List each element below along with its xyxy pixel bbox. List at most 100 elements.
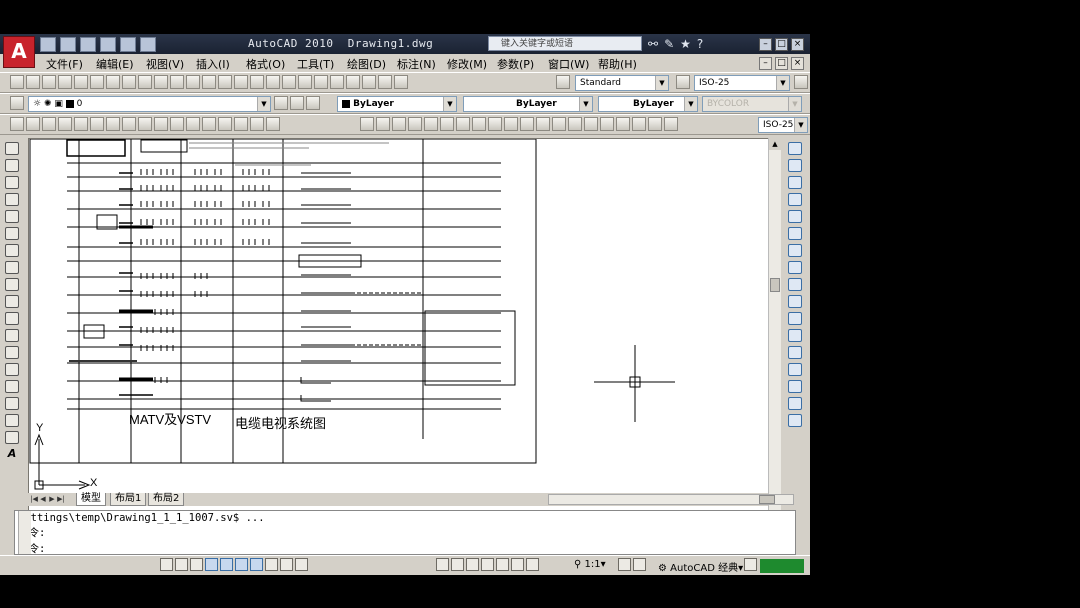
next-tab-icon[interactable]: ▶ [48, 494, 56, 504]
array-icon[interactable] [788, 210, 802, 223]
dim-break-icon[interactable] [552, 117, 566, 131]
polyline-icon[interactable] [5, 176, 19, 189]
markup-icon[interactable] [362, 75, 376, 89]
tolerance-icon[interactable] [568, 117, 582, 131]
zoom-previous-icon[interactable] [282, 75, 296, 89]
dim-radius-icon[interactable] [424, 117, 438, 131]
erase-icon[interactable] [788, 142, 802, 155]
menu-parameter[interactable]: 参数(P) [497, 56, 534, 72]
circle-icon[interactable] [5, 244, 19, 257]
menu-window[interactable]: 窗口(W) [548, 56, 589, 72]
command-scrollbar[interactable] [18, 511, 31, 554]
snap-midpoint-icon[interactable] [58, 117, 72, 131]
plot-icon[interactable] [140, 37, 156, 52]
vertical-scrollbar[interactable]: ▲ ▼ [768, 138, 781, 527]
copy-icon[interactable] [138, 75, 152, 89]
quick-properties-icon[interactable] [295, 558, 308, 571]
make-current-icon[interactable] [274, 96, 288, 110]
lineweight-display-icon[interactable] [280, 558, 293, 571]
table-icon[interactable] [5, 431, 19, 444]
dim-space-icon[interactable] [536, 117, 550, 131]
save-file-icon[interactable] [42, 75, 56, 89]
chamfer-icon[interactable] [788, 380, 802, 393]
quick-view-drawings-icon[interactable] [466, 558, 479, 571]
menu-view[interactable]: 视图(V) [146, 56, 184, 72]
subscription-icon[interactable]: ✎ [664, 37, 674, 51]
construction-line-icon[interactable] [5, 159, 19, 172]
osnap-settings-icon[interactable] [266, 117, 280, 131]
doc-restore-icon[interactable]: □ [775, 57, 788, 70]
cut-icon[interactable] [122, 75, 136, 89]
block-editor-icon[interactable] [186, 75, 200, 89]
open-file-icon[interactable] [26, 75, 40, 89]
move-icon[interactable] [788, 227, 802, 240]
last-tab-icon[interactable]: ▶| [57, 494, 65, 504]
menu-draw[interactable]: 绘图(D) [347, 56, 386, 72]
doc-close-icon[interactable]: × [791, 57, 804, 70]
insert-block-icon[interactable] [5, 329, 19, 342]
text-style-icon[interactable] [556, 75, 570, 89]
dim-ordinate-icon[interactable] [408, 117, 422, 131]
dim-text-edit-icon[interactable] [648, 117, 662, 131]
gradient-icon[interactable] [5, 397, 19, 410]
zoom-realtime-icon[interactable] [250, 75, 264, 89]
scroll-up-icon[interactable]: ▲ [769, 138, 781, 150]
text-style-select[interactable]: Standard [575, 75, 669, 91]
tool-palettes-icon[interactable] [330, 75, 344, 89]
horizontal-scrollbar[interactable] [548, 494, 794, 505]
snap-mode-icon[interactable] [160, 558, 173, 571]
quick-dim-icon[interactable] [488, 117, 502, 131]
trim-icon[interactable] [788, 295, 802, 308]
temp-track-icon[interactable] [10, 117, 24, 131]
dim-linear-icon[interactable] [360, 117, 374, 131]
explode-icon[interactable] [788, 414, 802, 427]
restore-icon[interactable]: □ [775, 38, 788, 51]
quick-view-layouts-icon[interactable] [451, 558, 464, 571]
pan-icon[interactable] [234, 75, 248, 89]
jogged-linear-icon[interactable] [616, 117, 630, 131]
redo-tb-icon[interactable] [218, 75, 232, 89]
pan-status-icon[interactable] [481, 558, 494, 571]
help-tb-icon[interactable] [394, 75, 408, 89]
close-icon[interactable]: × [791, 38, 804, 51]
menu-format[interactable]: 格式(O) [246, 56, 285, 72]
region-icon[interactable] [5, 414, 19, 427]
favorites-star-icon[interactable]: ★ [680, 37, 691, 51]
undo-tb-icon[interactable] [202, 75, 216, 89]
zoom-status-icon[interactable] [496, 558, 509, 571]
color-select[interactable]: ByLayer [337, 96, 457, 112]
sheet-set-icon[interactable] [346, 75, 360, 89]
mtext-icon[interactable]: A [5, 448, 19, 461]
scroll-thumb[interactable] [770, 278, 780, 292]
offset-icon[interactable] [788, 193, 802, 206]
dim-edit-icon[interactable] [632, 117, 646, 131]
snap-perpendicular-icon[interactable] [170, 117, 184, 131]
snap-quadrant-icon[interactable] [138, 117, 152, 131]
ortho-mode-icon[interactable] [190, 558, 203, 571]
snap-parallel-icon[interactable] [186, 117, 200, 131]
save-icon[interactable] [80, 37, 96, 52]
properties-icon[interactable] [298, 75, 312, 89]
lineweight-select[interactable]: ByLayer [598, 96, 698, 112]
snap-none-icon[interactable] [250, 117, 264, 131]
scale-icon[interactable] [788, 261, 802, 274]
ellipse-arc-icon[interactable] [5, 312, 19, 325]
help-icon[interactable]: ? [697, 37, 703, 51]
first-tab-icon[interactable]: |◀ [30, 494, 38, 504]
rectangle-icon[interactable] [5, 210, 19, 223]
snap-endpoint-icon[interactable] [42, 117, 56, 131]
snap-intersection-icon[interactable] [74, 117, 88, 131]
dim-style-small-select[interactable]: ISO-25 [758, 117, 808, 133]
layer-manager-icon[interactable] [10, 96, 24, 110]
tab-layout2[interactable]: 布局2 [148, 493, 185, 506]
mirror-icon[interactable] [788, 176, 802, 189]
rotate-icon[interactable] [788, 244, 802, 257]
dim-update-icon[interactable] [664, 117, 678, 131]
join-icon[interactable] [788, 363, 802, 376]
snap-from-icon[interactable] [26, 117, 40, 131]
inspect-icon[interactable] [600, 117, 614, 131]
snap-nearest-icon[interactable] [234, 117, 248, 131]
snap-insert-icon[interactable] [202, 117, 216, 131]
line-icon[interactable] [5, 142, 19, 155]
dim-diameter-icon[interactable] [456, 117, 470, 131]
